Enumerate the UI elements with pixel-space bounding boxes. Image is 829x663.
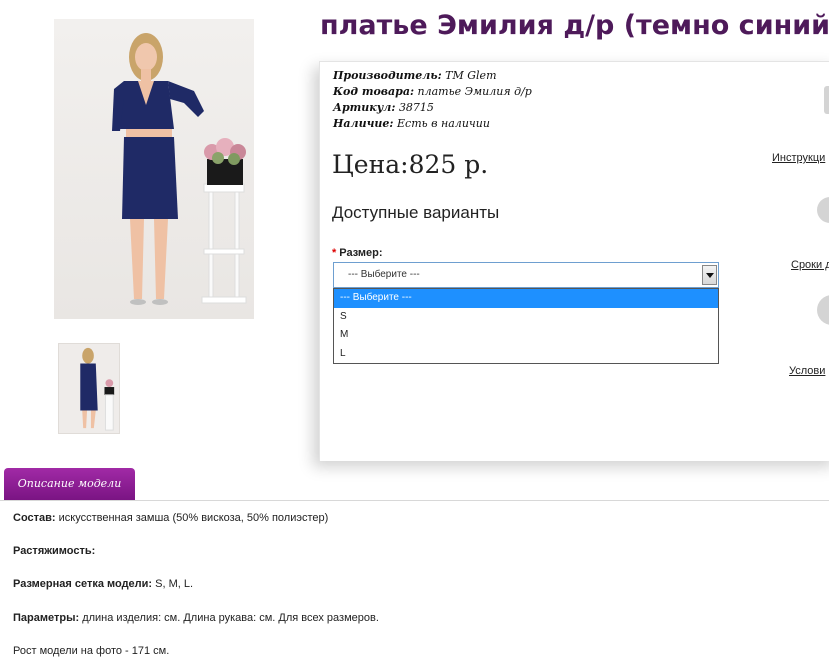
desc-size-grid: Размерная сетка модели: S, M, L.	[13, 578, 194, 590]
variants-heading: Доступные варианты	[332, 203, 500, 222]
desc-model-height: Рост модели на фото - 171 см.	[13, 645, 170, 657]
tab-divider	[0, 500, 829, 501]
desc-composition: Состав: искусственная замша (50% вискоза…	[13, 512, 329, 524]
instructions-link[interactable]: Инструкци	[772, 152, 825, 164]
meta-manufacturer: Производитель: TM Glem	[333, 69, 497, 82]
size-dropdown-list: --- Выберите --- S M L	[333, 288, 719, 364]
required-mark: *	[332, 247, 337, 259]
size-option-s[interactable]: S	[334, 308, 718, 327]
meta-product-code: Код товара: платье Эмилия д/р	[333, 85, 532, 98]
size-option-m[interactable]: M	[334, 326, 718, 345]
chevron-down-icon[interactable]	[702, 265, 717, 285]
meta-article: Артикул: 38715	[333, 101, 434, 114]
tab-description[interactable]: Описание модели	[4, 468, 135, 500]
delivery-terms-link[interactable]: Сроки д	[791, 259, 829, 271]
manufacturer-link[interactable]: TM Glem	[445, 69, 496, 82]
product-main-photo[interactable]	[54, 19, 254, 319]
instructions-icon[interactable]	[816, 84, 829, 116]
desc-parameters: Параметры: длина изделия: см. Длина рука…	[13, 612, 379, 624]
product-price: Цена:825 р.	[332, 150, 489, 179]
product-thumbnail[interactable]	[58, 343, 120, 434]
meta-availability: Наличие: Есть в наличии	[333, 117, 490, 130]
desc-stretch: Растяжимость:	[13, 545, 96, 557]
product-meta: Производитель: TM Glem Код товара: плать…	[333, 68, 532, 132]
size-select-value: --- Выберите ---	[348, 269, 420, 280]
conditions-link[interactable]: Услови	[789, 365, 825, 377]
product-info-panel: Производитель: TM Glem Код товара: плать…	[319, 61, 829, 461]
size-label: * Размер:	[332, 247, 383, 259]
info-circle-icon[interactable]	[812, 294, 829, 326]
delivery-truck-icon[interactable]	[812, 194, 829, 226]
size-select[interactable]: --- Выберите ---	[333, 262, 719, 288]
product-title: платье Эмилия д/р (темно синий)	[320, 10, 829, 41]
size-option-placeholder[interactable]: --- Выберите ---	[334, 289, 718, 308]
size-option-l[interactable]: L	[334, 345, 718, 364]
